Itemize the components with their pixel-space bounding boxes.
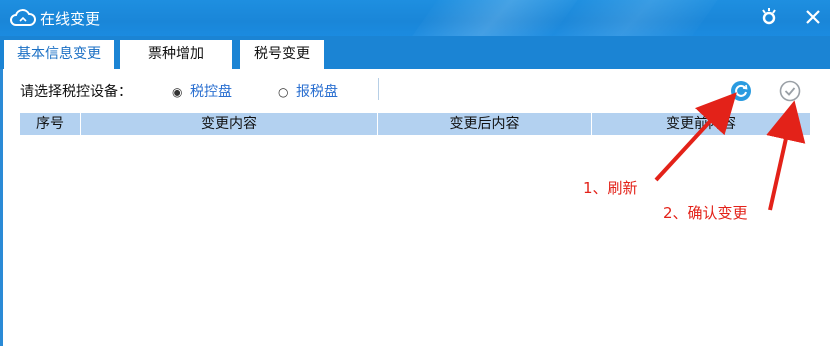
cloud-icon	[10, 9, 36, 26]
annotation-refresh: 1、刷新	[583, 179, 638, 197]
table-header: 序号 变更内容 变更后内容 变更前内容	[20, 113, 810, 135]
radio-tax-control-disk[interactable]: ◉ 税控盘	[172, 81, 232, 101]
device-selector: 请选择税控设备： ◉ 税控盘 ○ 报税盘	[0, 75, 830, 107]
radio-selected-icon: ◉	[172, 85, 183, 99]
column-header[interactable]: 变更内容	[81, 113, 378, 135]
column-header[interactable]: 变更前内容	[592, 113, 810, 135]
window-title: 在线变更	[40, 10, 101, 28]
skin-icon[interactable]	[756, 4, 782, 30]
divider	[378, 78, 379, 100]
radio-label: 税控盘	[190, 84, 232, 100]
tab-basic-info[interactable]: 基本信息变更	[4, 40, 114, 69]
close-icon[interactable]	[800, 4, 826, 30]
column-header[interactable]: 序号	[20, 113, 81, 135]
title-bar: 在线变更	[0, 0, 830, 36]
tab-ticket-type[interactable]: 票种增加	[120, 40, 232, 69]
radio-unselected-icon: ○	[278, 85, 289, 99]
radio-label: 报税盘	[296, 84, 338, 100]
check-circle-icon[interactable]	[779, 80, 801, 102]
window-border	[0, 69, 3, 346]
tab-tax-number[interactable]: 税号变更	[240, 40, 324, 69]
device-selector-label: 请选择税控设备：	[20, 84, 132, 100]
radio-tax-report-disk[interactable]: ○ 报税盘	[278, 81, 338, 101]
tab-bar: 基本信息变更 票种增加 税号变更	[0, 36, 830, 69]
annotation-confirm: 2、确认变更	[663, 204, 748, 222]
column-header[interactable]: 变更后内容	[378, 113, 592, 135]
refresh-icon[interactable]	[730, 80, 752, 102]
